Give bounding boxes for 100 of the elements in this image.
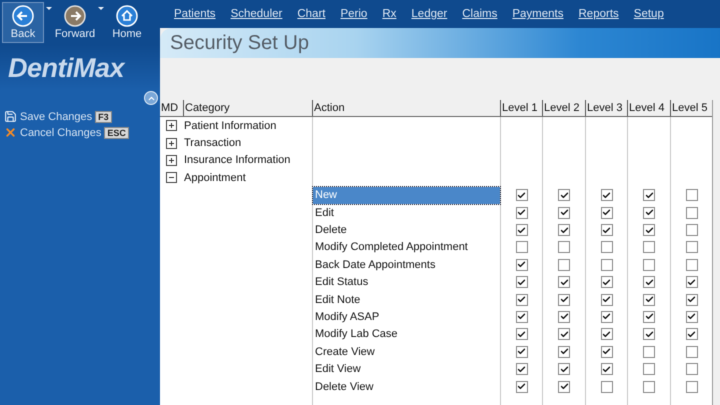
permission-checkbox[interactable]	[600, 258, 612, 271]
permission-checkbox[interactable]	[558, 206, 570, 219]
category-name: Patient Information	[183, 120, 278, 132]
permission-checkbox[interactable]	[516, 276, 528, 288]
expand-toggle[interactable]	[166, 120, 177, 132]
permission-checkbox[interactable]	[686, 189, 698, 202]
permission-checkbox[interactable]	[643, 241, 655, 254]
action-name[interactable]: Edit Status	[313, 274, 500, 291]
permission-checkbox[interactable]	[558, 189, 570, 202]
menu-item[interactable]: Ledger	[411, 8, 448, 20]
permission-checkbox[interactable]	[600, 294, 612, 306]
action-name[interactable]: Delete View	[313, 378, 500, 396]
permission-checkbox[interactable]	[643, 206, 655, 219]
permission-checkbox[interactable]	[558, 363, 570, 376]
permission-checkbox[interactable]	[686, 380, 698, 393]
permission-checkbox[interactable]	[516, 363, 528, 376]
action-name[interactable]: Back Date Appointments	[313, 256, 500, 274]
nav-button[interactable]: Home	[106, 2, 148, 43]
permission-checkbox[interactable]	[600, 346, 612, 358]
column-header: Category	[183, 100, 312, 116]
nav-button[interactable]: Forward	[54, 2, 96, 43]
permission-checkbox[interactable]	[600, 380, 612, 393]
permission-checkbox[interactable]	[686, 206, 698, 219]
permission-checkbox[interactable]	[516, 241, 528, 254]
permission-checkbox[interactable]	[600, 276, 612, 288]
menu-item[interactable]: Scheduler	[230, 8, 282, 20]
permission-checkbox[interactable]	[686, 363, 698, 376]
menu-item[interactable]: Perio	[340, 8, 368, 20]
permission-checkbox[interactable]	[643, 294, 655, 306]
permission-checkbox[interactable]	[686, 276, 698, 288]
menu-item[interactable]: Rx	[382, 8, 396, 20]
permission-checkbox[interactable]	[558, 241, 570, 254]
permission-checkbox[interactable]	[600, 328, 612, 340]
permission-checkbox[interactable]	[643, 189, 655, 202]
permission-checkbox[interactable]	[600, 241, 612, 254]
action-name[interactable]: Create View	[313, 343, 500, 360]
menu-item[interactable]: Chart	[297, 8, 326, 20]
permission-checkbox[interactable]	[643, 224, 655, 236]
permission-checkbox[interactable]	[686, 241, 698, 254]
home-icon	[116, 5, 138, 27]
permission-checkbox[interactable]	[516, 380, 528, 393]
permission-checkbox[interactable]	[686, 258, 698, 271]
column-header: Level 3	[585, 100, 627, 116]
permission-checkbox[interactable]	[516, 189, 528, 202]
expand-toggle[interactable]	[166, 138, 177, 149]
permission-checkbox[interactable]	[558, 380, 570, 393]
permission-checkbox[interactable]	[643, 346, 655, 358]
permission-checkbox[interactable]	[516, 258, 528, 271]
permission-checkbox[interactable]	[516, 294, 528, 306]
caret-icon[interactable]	[98, 7, 104, 10]
permission-checkbox[interactable]	[686, 224, 698, 236]
permission-checkbox[interactable]	[558, 294, 570, 306]
permission-checkbox[interactable]	[643, 310, 655, 323]
permission-checkbox[interactable]	[600, 224, 612, 236]
sidebar-action[interactable]: Save Changes F3	[4, 110, 156, 123]
permission-checkbox[interactable]	[516, 224, 528, 236]
permission-checkbox[interactable]	[558, 346, 570, 358]
action-name[interactable]: Edit	[313, 204, 500, 222]
permission-checkbox[interactable]	[600, 206, 612, 219]
expand-toggle[interactable]	[166, 154, 177, 166]
action-name[interactable]: Modify Lab Case	[313, 326, 500, 344]
permission-checkbox[interactable]	[558, 310, 570, 323]
menu-item[interactable]: Setup	[634, 8, 664, 20]
column-header: Level 2	[542, 100, 585, 116]
action-name[interactable]: Edit Note	[313, 290, 500, 308]
sidebar-action[interactable]: Cancel Changes ESC	[4, 126, 156, 139]
action-name[interactable]: Edit View	[313, 360, 500, 378]
permission-checkbox[interactable]	[600, 310, 612, 323]
permission-checkbox[interactable]	[558, 276, 570, 288]
action-name[interactable]: Delete	[313, 221, 500, 239]
nav-button[interactable]: Back	[2, 2, 44, 43]
cancel-icon	[4, 126, 17, 139]
permission-checkbox[interactable]	[643, 258, 655, 271]
permission-checkbox[interactable]	[686, 328, 698, 340]
action-name[interactable]: Modify Completed Appointment	[313, 238, 500, 256]
permission-checkbox[interactable]	[516, 328, 528, 340]
menu-item[interactable]: Claims	[462, 8, 498, 20]
permission-checkbox[interactable]	[686, 346, 698, 358]
action-name[interactable]: New	[313, 186, 500, 204]
permission-checkbox[interactable]	[643, 328, 655, 340]
permission-checkbox[interactable]	[643, 276, 655, 288]
menu-item[interactable]: Patients	[174, 8, 216, 20]
permission-checkbox[interactable]	[558, 258, 570, 271]
permission-checkbox[interactable]	[643, 380, 655, 393]
permission-checkbox[interactable]	[643, 363, 655, 376]
permission-checkbox[interactable]	[600, 189, 612, 202]
permission-checkbox[interactable]	[558, 224, 570, 236]
collapse-toggle[interactable]	[166, 172, 177, 184]
permission-checkbox[interactable]	[686, 310, 698, 323]
menu-item[interactable]: Payments	[512, 8, 564, 20]
permission-checkbox[interactable]	[600, 363, 612, 376]
permission-checkbox[interactable]	[558, 328, 570, 340]
caret-icon[interactable]	[46, 7, 52, 10]
permission-checkbox[interactable]	[686, 294, 698, 306]
permission-checkbox[interactable]	[516, 346, 528, 358]
permission-checkbox[interactable]	[516, 310, 528, 323]
action-name[interactable]: Modify ASAP	[313, 308, 500, 326]
collapse-icon[interactable]	[144, 91, 158, 105]
permission-checkbox[interactable]	[516, 206, 528, 219]
menu-item[interactable]: Reports	[578, 8, 619, 20]
